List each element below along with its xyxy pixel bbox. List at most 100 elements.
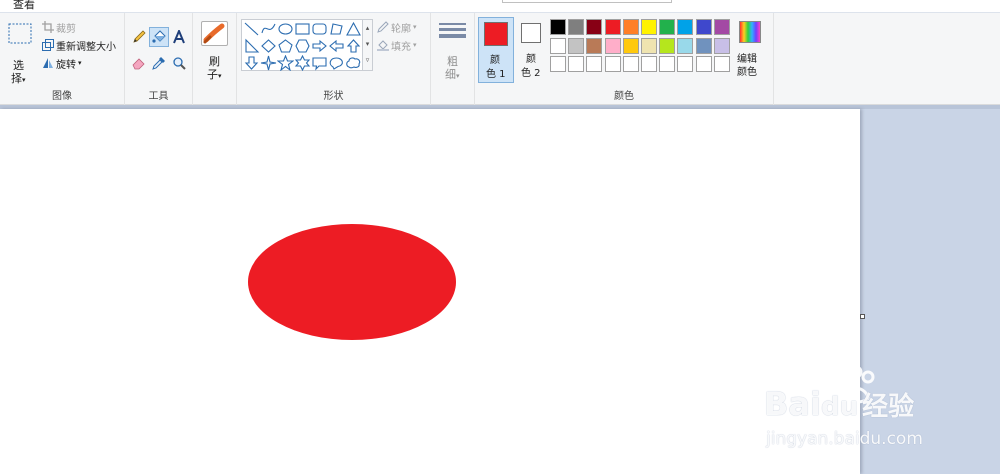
canvas-resize-handle[interactable] bbox=[860, 314, 865, 319]
rotate-icon bbox=[43, 58, 53, 68]
size-button[interactable]: 粗 细▾ bbox=[437, 19, 469, 81]
palette-swatch[interactable] bbox=[604, 19, 621, 35]
shape-option[interactable] bbox=[311, 21, 328, 37]
shapes-gallery bbox=[241, 19, 363, 71]
palette-swatch[interactable] bbox=[713, 37, 730, 54]
eraser-tool[interactable] bbox=[129, 53, 149, 73]
colors-group: 颜 色 1 颜 色 2 编辑 颜色 颜色 bbox=[475, 13, 774, 105]
shape-option[interactable] bbox=[345, 21, 362, 37]
shape-option[interactable] bbox=[311, 38, 328, 54]
fill-bucket-icon bbox=[377, 40, 389, 51]
color2-label-1: 颜 bbox=[526, 54, 536, 65]
palette-swatch[interactable] bbox=[622, 56, 639, 72]
palette-swatch[interactable] bbox=[659, 19, 676, 35]
more-icon[interactable]: ▿ bbox=[363, 52, 372, 68]
chevron-down-icon: ▾ bbox=[218, 72, 222, 80]
shape-option[interactable] bbox=[345, 38, 362, 54]
palette-swatch[interactable] bbox=[641, 56, 657, 72]
shape-option[interactable] bbox=[277, 55, 294, 71]
shape-option[interactable] bbox=[260, 38, 277, 54]
triangle-shape-icon bbox=[346, 21, 361, 36]
palette-swatch[interactable] bbox=[713, 56, 730, 72]
chevron-down-icon: ▾ bbox=[22, 76, 26, 84]
red-ellipse[interactable] bbox=[248, 224, 456, 340]
size-group: 粗 细▾ bbox=[431, 13, 475, 105]
palette-swatch[interactable] bbox=[659, 56, 676, 72]
palette-swatch[interactable] bbox=[586, 56, 603, 72]
fill-button[interactable]: 填充 ▾ bbox=[377, 37, 417, 53]
color1-label-1: 颜 bbox=[490, 55, 500, 66]
chevron-down-icon: ▾ bbox=[413, 41, 417, 49]
shape-option[interactable] bbox=[243, 55, 260, 71]
line-weights-icon bbox=[439, 23, 466, 38]
pencil-tool[interactable] bbox=[129, 27, 149, 47]
shape-option[interactable] bbox=[243, 21, 260, 37]
rotate-button[interactable]: 旋转 ▾ bbox=[42, 55, 82, 71]
palette-swatch[interactable] bbox=[713, 19, 730, 35]
palette-swatch[interactable] bbox=[659, 37, 676, 54]
chevron-down-icon[interactable]: ▾ bbox=[363, 36, 372, 52]
ribbon: 选 择▾ 裁剪 重新调整大小 旋转 ▾ 图像 工具 刷 子▾ ▴ ▾ ▿ 轮廓 … bbox=[0, 13, 1000, 105]
shape-option[interactable] bbox=[243, 38, 260, 54]
palette-swatch[interactable] bbox=[550, 19, 566, 35]
palette-swatch[interactable] bbox=[622, 19, 639, 35]
colors-group-label: 颜色 bbox=[614, 91, 634, 102]
brushes-button[interactable]: 刷 子▾ bbox=[196, 19, 232, 81]
magnifier-tool[interactable] bbox=[169, 53, 189, 73]
resize-icon bbox=[42, 39, 54, 51]
palette-swatch[interactable] bbox=[622, 37, 639, 54]
palette-swatch[interactable] bbox=[568, 19, 585, 35]
text-a-icon bbox=[173, 30, 185, 44]
palette-swatch[interactable] bbox=[641, 19, 657, 35]
select-button[interactable]: 选 择▾ bbox=[6, 19, 34, 85]
crop-button[interactable]: 裁剪 bbox=[42, 19, 76, 35]
palette-swatch[interactable] bbox=[695, 37, 712, 54]
palette-swatch[interactable] bbox=[550, 56, 566, 72]
palette-swatch[interactable] bbox=[550, 37, 566, 54]
shape-option[interactable] bbox=[345, 55, 362, 71]
outline-label: 轮廓 bbox=[391, 23, 411, 35]
palette-swatch[interactable] bbox=[604, 37, 621, 54]
shape-option[interactable] bbox=[294, 21, 311, 37]
palette-swatch[interactable] bbox=[677, 19, 694, 35]
oval-shape-icon bbox=[278, 23, 293, 35]
palette-swatch[interactable] bbox=[604, 56, 621, 72]
text-tool[interactable] bbox=[169, 27, 189, 47]
shape-option[interactable] bbox=[328, 38, 345, 54]
drawing-canvas[interactable] bbox=[0, 109, 860, 474]
palette-swatch[interactable] bbox=[568, 37, 585, 54]
watermark-url: jingyan.baidu.com bbox=[766, 429, 923, 449]
right-arrow-shape-icon bbox=[312, 39, 327, 53]
palette-swatch[interactable] bbox=[586, 19, 603, 35]
shape-option[interactable] bbox=[294, 38, 311, 54]
palette-swatch[interactable] bbox=[677, 37, 694, 54]
palette-swatch[interactable] bbox=[586, 37, 603, 54]
palette-swatch[interactable] bbox=[695, 56, 712, 72]
chevron-down-icon: ▾ bbox=[78, 59, 82, 67]
palette-swatch[interactable] bbox=[641, 37, 657, 54]
shape-option[interactable] bbox=[277, 21, 294, 37]
palette-swatch[interactable] bbox=[568, 56, 585, 72]
edit-colors-button[interactable]: 编辑 颜色 bbox=[734, 19, 770, 81]
palette-swatch[interactable] bbox=[677, 56, 694, 72]
fill-bucket-icon bbox=[152, 30, 166, 43]
resize-button[interactable]: 重新调整大小 bbox=[42, 37, 116, 53]
outline-button[interactable]: 轮廓 ▾ bbox=[377, 19, 417, 35]
shape-option[interactable] bbox=[328, 55, 345, 71]
rect-callout-shape-icon bbox=[312, 57, 327, 71]
shape-option[interactable] bbox=[311, 55, 328, 71]
chevron-up-icon[interactable]: ▴ bbox=[363, 20, 372, 36]
shape-option[interactable] bbox=[328, 21, 345, 37]
chevron-down-icon: ▾ bbox=[456, 72, 460, 80]
menu-view[interactable]: 查看 bbox=[13, 0, 35, 12]
color2-button[interactable]: 颜 色 2 bbox=[516, 17, 550, 83]
color-picker-tool[interactable] bbox=[149, 53, 169, 73]
palette-swatch[interactable] bbox=[695, 19, 712, 35]
color1-button[interactable]: 颜 色 1 bbox=[478, 17, 514, 83]
fill-tool[interactable] bbox=[149, 27, 169, 47]
shape-option[interactable] bbox=[260, 55, 277, 71]
shape-option[interactable] bbox=[260, 21, 277, 37]
shape-option[interactable] bbox=[294, 55, 311, 71]
shapes-scroll[interactable]: ▴ ▾ ▿ bbox=[363, 19, 373, 71]
shape-option[interactable] bbox=[277, 38, 294, 54]
